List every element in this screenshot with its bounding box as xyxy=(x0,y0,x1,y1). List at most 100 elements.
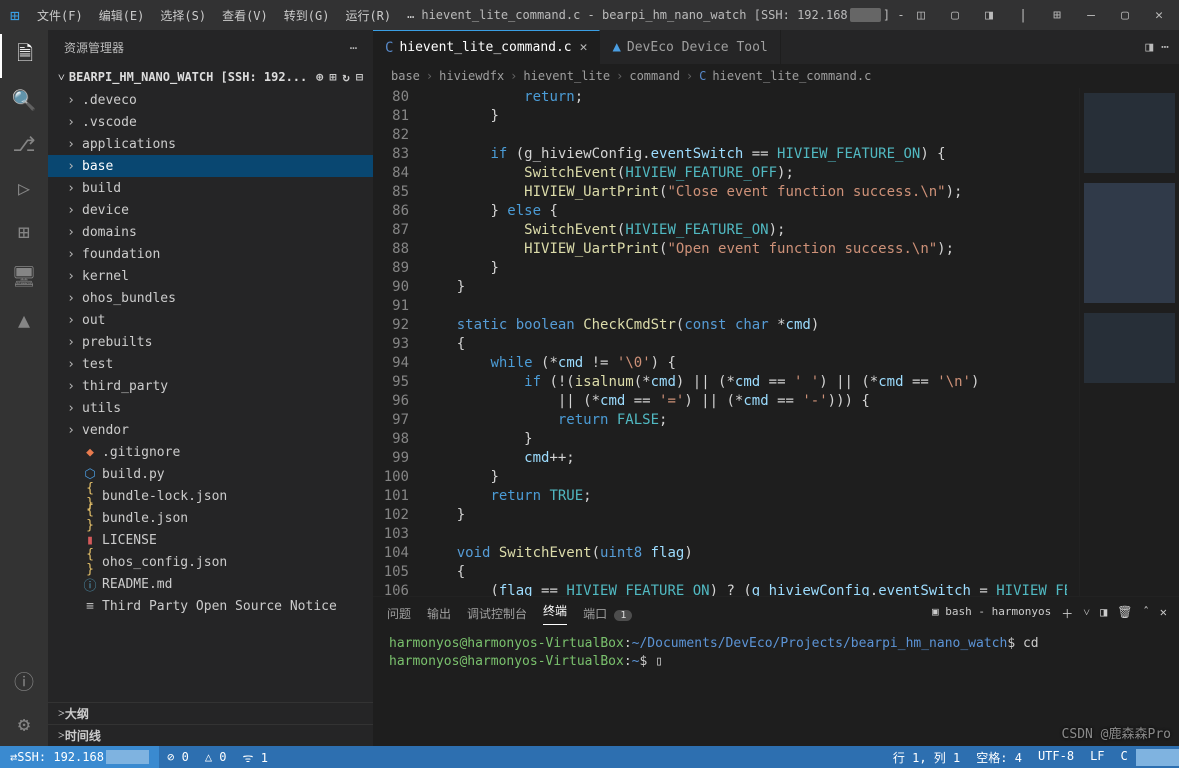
terminal[interactable]: harmonyos@harmonyos-VirtualBox:~/Documen… xyxy=(373,629,1179,746)
tab-port: 端口 1 xyxy=(583,605,632,622)
minimize-icon: — xyxy=(1077,8,1105,23)
folder-header[interactable]: ˅ BEARPI_HM_NANO_WATCH [SSH: 192... ⊕⊞↻⊟ xyxy=(48,65,373,89)
breadcrumb-item[interactable]: hiviewdfx xyxy=(439,69,504,83)
layout-controls[interactable]: ◫▢◨|⊞ —▢✕ xyxy=(907,8,1179,23)
status-lang: C xyxy=(1113,749,1136,766)
tree-item[interactable]: ›ohos_bundles xyxy=(48,287,373,309)
menu-item[interactable]: 转到(G) xyxy=(277,7,337,24)
tree-item[interactable]: ›out xyxy=(48,309,373,331)
new-folder-icon: ⊞ xyxy=(329,70,336,84)
tree-item[interactable]: ›.deveco xyxy=(48,89,373,111)
menu-item[interactable]: 选择(S) xyxy=(153,7,213,24)
file-tree[interactable]: ›.deveco›.vscode›applications›base›build… xyxy=(48,89,373,702)
close-icon: ✕ xyxy=(1145,8,1173,23)
tree-item[interactable]: ›applications xyxy=(48,133,373,155)
sidebar: 资源管理器⋯ ˅ BEARPI_HM_NANO_WATCH [SSH: 192.… xyxy=(48,30,373,746)
account-icon: ⓘ xyxy=(0,658,48,702)
tree-item[interactable]: ›kernel xyxy=(48,265,373,287)
breadcrumb-item[interactable]: command xyxy=(629,69,680,83)
new-terminal-icon: ＋ xyxy=(1061,605,1073,622)
watermark: CSDN @鹿森森Pro xyxy=(1062,723,1171,742)
tab-problems: 问题 xyxy=(387,605,411,622)
activity-bar[interactable]: 🗎 🔍 ⎇ ▷ ⊞ 🖥 ▲ ⓘ ⚙ xyxy=(0,30,48,746)
close-icon: ✕ xyxy=(1160,605,1167,622)
minimap[interactable] xyxy=(1079,88,1179,596)
status-errors: ⊘ 0 xyxy=(159,750,197,764)
layout-icon: ◫ xyxy=(907,8,935,23)
explorer-icon: 🗎 xyxy=(0,34,48,78)
editor-tab[interactable]: ▲DevEco Device Tool xyxy=(600,30,780,64)
tree-item[interactable]: ›.vscode xyxy=(48,111,373,133)
menu-item[interactable]: … xyxy=(400,7,421,24)
status-extra: x xyxy=(1136,749,1179,766)
tree-item[interactable]: ◆.gitignore xyxy=(48,441,373,463)
tree-item[interactable]: ›utils xyxy=(48,397,373,419)
more-icon[interactable]: ⋯ xyxy=(350,41,357,55)
tree-item[interactable]: { }bundle.json xyxy=(48,507,373,529)
status-bar[interactable]: ⇄ SSH: 192.168x ⊘ 0 △ 0 ᯤ 1 行 1, 列 1 空格:… xyxy=(0,746,1179,768)
tab-output: 输出 xyxy=(427,605,451,622)
new-file-icon: ⊕ xyxy=(316,70,323,84)
window-title: hievent_lite_command.c - bearpi_hm_nano_… xyxy=(421,8,907,22)
menu-bar[interactable]: 文件(F)编辑(E)选择(S)查看(V)转到(G)运行(R)… xyxy=(30,7,421,24)
breadcrumbs[interactable]: base›hiviewdfx›hievent_lite›command›C hi… xyxy=(373,64,1179,88)
tree-item[interactable]: ≡Third Party Open Source Notice xyxy=(48,595,373,617)
status-encoding: UTF-8 xyxy=(1030,749,1082,766)
scrollbar[interactable] xyxy=(1067,88,1079,596)
menu-item[interactable]: 编辑(E) xyxy=(92,7,152,24)
tab-debug: 调试控制台 xyxy=(467,605,527,622)
tree-item[interactable]: ›build xyxy=(48,177,373,199)
status-warnings: △ 0 xyxy=(197,750,235,764)
settings-icon: ⚙ xyxy=(0,702,48,746)
search-icon: 🔍 xyxy=(0,78,48,122)
status-spaces: 空格: 4 xyxy=(968,749,1030,766)
maximize-icon: ▢ xyxy=(1111,8,1139,23)
menu-item[interactable]: 文件(F) xyxy=(30,7,90,24)
code-area[interactable]: return; } if (g_hiviewConfig.eventSwitch… xyxy=(423,88,1067,596)
tree-item[interactable]: ›device xyxy=(48,199,373,221)
tree-item[interactable]: ⓘREADME.md xyxy=(48,573,373,595)
tree-item[interactable]: { }ohos_config.json xyxy=(48,551,373,573)
debug-icon: ▷ xyxy=(0,166,48,210)
remote-indicator: ⇄ SSH: 192.168x xyxy=(0,746,159,768)
editor-tab[interactable]: Chievent_lite_command.c✕ xyxy=(373,30,600,64)
timeline-section[interactable]: ˃ 时间线 xyxy=(48,724,373,746)
sidebar-title: 资源管理器⋯ xyxy=(48,30,373,65)
menu-item[interactable]: 运行(R) xyxy=(338,7,398,24)
status-eol: LF xyxy=(1082,749,1112,766)
outline-section[interactable]: ˃ 大纲 xyxy=(48,702,373,724)
status-radio: ᯤ 1 xyxy=(235,749,276,766)
breadcrumb-item[interactable]: hievent_lite_command.c xyxy=(712,69,871,83)
tree-item[interactable]: ›prebuilts xyxy=(48,331,373,353)
split-icon: ◨ xyxy=(1100,605,1107,622)
extensions-icon: ⊞ xyxy=(0,210,48,254)
tab-terminal: 终端 xyxy=(543,602,567,625)
tree-item[interactable]: ›foundation xyxy=(48,243,373,265)
layout-icon: ◨ xyxy=(975,8,1003,23)
tree-item[interactable]: ›base xyxy=(48,155,373,177)
tree-item[interactable]: ›domains xyxy=(48,221,373,243)
collapse-icon: ⊟ xyxy=(356,70,363,84)
menu-item[interactable]: 查看(V) xyxy=(215,7,275,24)
line-gutter: 80 81 82 83 84 85 86 87 88 89 90 91 92 9… xyxy=(373,88,423,596)
trash-icon: 🗑 xyxy=(1117,605,1132,622)
breadcrumb-item[interactable]: hievent_lite xyxy=(523,69,610,83)
title-bar: ⊞ 文件(F)编辑(E)选择(S)查看(V)转到(G)运行(R)… hieven… xyxy=(0,0,1179,30)
panel: 问题 输出 调试控制台 终端 端口 1 ▣ bash - harmonyos ＋… xyxy=(373,596,1179,746)
editor-group: Chievent_lite_command.c✕▲DevEco Device T… xyxy=(373,30,1179,746)
panel-tabs[interactable]: 问题 输出 调试控制台 终端 端口 1 ▣ bash - harmonyos ＋… xyxy=(373,597,1179,629)
remote-icon: 🖥 xyxy=(0,254,48,298)
tree-item[interactable]: ›vendor xyxy=(48,419,373,441)
tree-item[interactable]: ›test xyxy=(48,353,373,375)
more-icon: ⋯ xyxy=(1161,40,1169,55)
status-cursor: 行 1, 列 1 xyxy=(885,749,968,766)
terminal-selector: ▣ bash - harmonyos xyxy=(932,605,1051,622)
breadcrumb-item[interactable]: base xyxy=(391,69,420,83)
layout-icon: ⊞ xyxy=(1043,8,1071,23)
tree-item[interactable]: ›third_party xyxy=(48,375,373,397)
editor-body[interactable]: 80 81 82 83 84 85 86 87 88 89 90 91 92 9… xyxy=(373,88,1179,596)
editor-tabs[interactable]: Chievent_lite_command.c✕▲DevEco Device T… xyxy=(373,30,1179,64)
refresh-icon: ↻ xyxy=(343,70,350,84)
chevron-up-icon: ˆ xyxy=(1143,605,1150,622)
split-icon: ◨ xyxy=(1145,40,1153,55)
